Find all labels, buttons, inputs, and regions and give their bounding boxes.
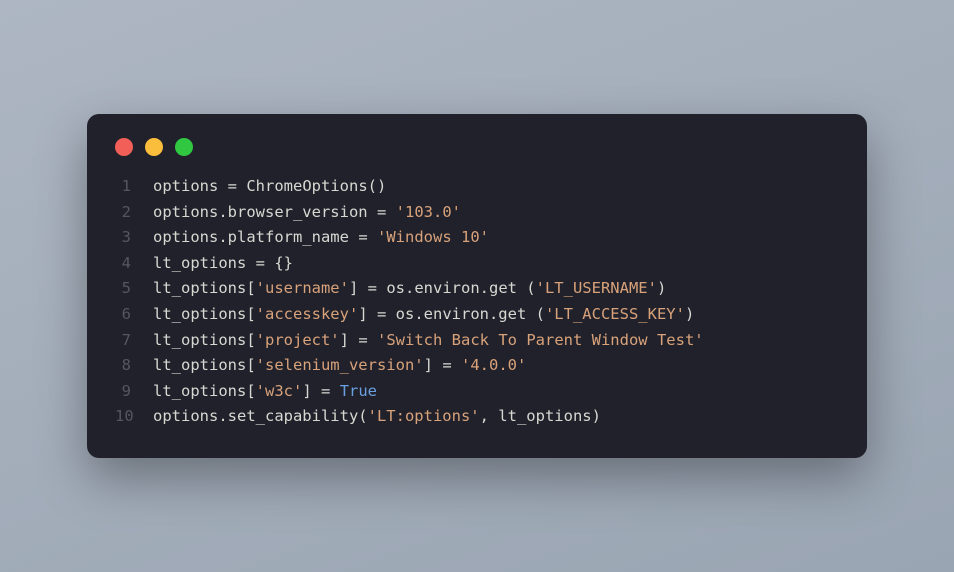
code-token [452,356,461,374]
code-token: = [358,331,367,349]
code-token: '4.0.0' [461,356,526,374]
code-line: 5lt_options['username'] = os.environ.get… [115,276,839,302]
line-number: 3 [115,225,153,251]
code-token: ] [358,305,377,323]
line-content: options.browser_version = '103.0' [153,200,461,226]
code-line: 6lt_options['accesskey'] = os.environ.ge… [115,302,839,328]
code-token: os.environ.get ( [386,305,545,323]
code-token [330,382,339,400]
code-token: 'LT:options' [368,407,480,425]
code-line: 7lt_options['project'] = 'Switch Back To… [115,328,839,354]
line-number: 7 [115,328,153,354]
code-token: 'LT_USERNAME' [536,279,657,297]
code-token: = [256,254,265,272]
code-token: = [228,177,237,195]
code-token: options.set_capability( [153,407,368,425]
code-line: 9lt_options['w3c'] = True [115,379,839,405]
line-number: 9 [115,379,153,405]
code-token: 'Switch Back To Parent Window Test' [377,331,704,349]
line-number: 4 [115,251,153,277]
code-token: lt_options[ [153,279,256,297]
code-token: 'project' [256,331,340,349]
code-token: True [340,382,377,400]
line-content: options = ChromeOptions() [153,174,386,200]
code-token: 'username' [256,279,349,297]
code-token: options [153,177,228,195]
code-token: lt_options [153,254,256,272]
line-number: 1 [115,174,153,200]
code-line: 1options = ChromeOptions() [115,174,839,200]
line-number: 6 [115,302,153,328]
line-number: 8 [115,353,153,379]
code-token: lt_options[ [153,305,256,323]
close-icon[interactable] [115,138,133,156]
code-line: 2options.browser_version = '103.0' [115,200,839,226]
line-content: options.platform_name = 'Windows 10' [153,225,489,251]
code-token: '103.0' [396,203,461,221]
code-token: ) [657,279,666,297]
code-token: lt_options[ [153,356,256,374]
line-number: 5 [115,276,153,302]
line-content: lt_options = {} [153,251,293,277]
line-content: lt_options['username'] = os.environ.get … [153,276,666,302]
code-token: ) [685,305,694,323]
line-number: 2 [115,200,153,226]
line-number: 10 [115,404,153,430]
code-line: 8lt_options['selenium_version'] = '4.0.0… [115,353,839,379]
code-token: = [368,279,377,297]
code-line: 10options.set_capability('LT:options', l… [115,404,839,430]
maximize-icon[interactable] [175,138,193,156]
code-token: ] [302,382,321,400]
code-token: 'selenium_version' [256,356,424,374]
code-line: 4lt_options = {} [115,251,839,277]
code-token: ] [349,279,368,297]
code-token: = [377,203,386,221]
code-token: options.browser_version [153,203,377,221]
code-token: 'w3c' [256,382,303,400]
line-content: options.set_capability('LT:options', lt_… [153,404,601,430]
window-titlebar [115,138,839,174]
code-window: 1options = ChromeOptions()2options.brows… [87,114,867,458]
code-token: options.platform_name [153,228,358,246]
code-token: , lt_options) [480,407,601,425]
code-token: = [442,356,451,374]
code-token [386,203,395,221]
code-token: = [358,228,367,246]
code-line: 3options.platform_name = 'Windows 10' [115,225,839,251]
code-token: 'Windows 10' [377,228,489,246]
code-token: = [377,305,386,323]
line-content: lt_options['w3c'] = True [153,379,377,405]
line-content: lt_options['selenium_version'] = '4.0.0' [153,353,526,379]
code-token: lt_options[ [153,382,256,400]
code-token: ] [340,331,359,349]
code-token: os.environ.get ( [377,279,536,297]
code-token: {} [265,254,293,272]
code-token: 'accesskey' [256,305,359,323]
code-token: = [321,382,330,400]
minimize-icon[interactable] [145,138,163,156]
code-token: ChromeOptions() [237,177,386,195]
line-content: lt_options['accesskey'] = os.environ.get… [153,302,694,328]
code-token [368,228,377,246]
code-token [368,331,377,349]
code-token: lt_options[ [153,331,256,349]
code-block: 1options = ChromeOptions()2options.brows… [115,174,839,430]
line-content: lt_options['project'] = 'Switch Back To … [153,328,704,354]
code-token: 'LT_ACCESS_KEY' [545,305,685,323]
code-token: ] [424,356,443,374]
